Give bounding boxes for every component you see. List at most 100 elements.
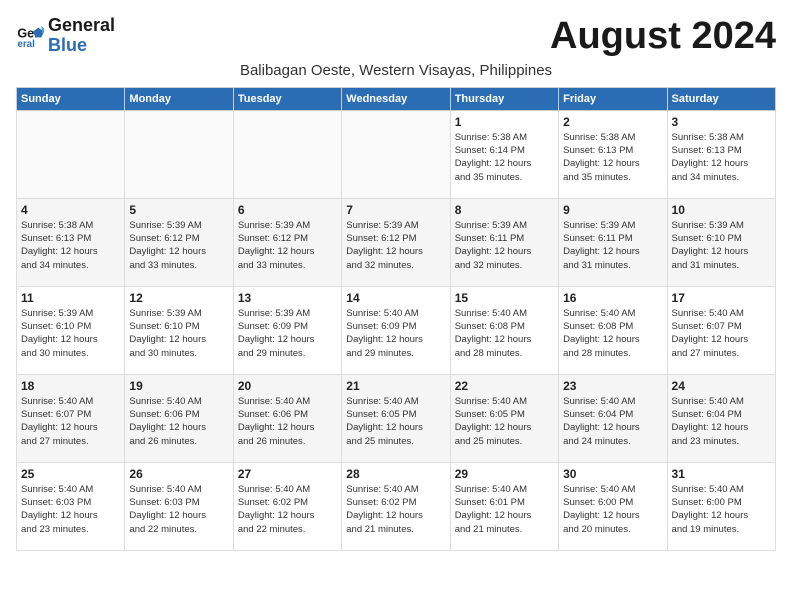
- day-info: Sunrise: 5:40 AM Sunset: 6:04 PM Dayligh…: [563, 395, 662, 448]
- day-number: 31: [672, 467, 771, 481]
- day-number: 19: [129, 379, 228, 393]
- calendar-cell: [342, 110, 450, 198]
- day-number: 20: [238, 379, 337, 393]
- day-info: Sunrise: 5:40 AM Sunset: 6:06 PM Dayligh…: [129, 395, 228, 448]
- day-info: Sunrise: 5:39 AM Sunset: 6:11 PM Dayligh…: [455, 219, 554, 272]
- day-number: 26: [129, 467, 228, 481]
- calendar-cell: 27 Sunrise: 5:40 AM Sunset: 6:02 PM Dayli…: [233, 462, 341, 550]
- main-title: August 2024: [550, 16, 776, 58]
- day-info: Sunrise: 5:40 AM Sunset: 6:07 PM Dayligh…: [672, 307, 771, 360]
- calendar-cell: 26 Sunrise: 5:40 AM Sunset: 6:03 PM Dayli…: [125, 462, 233, 550]
- logo-text: General Blue: [48, 16, 115, 56]
- calendar-cell: 6 Sunrise: 5:39 AM Sunset: 6:12 PM Daylig…: [233, 198, 341, 286]
- day-info: Sunrise: 5:38 AM Sunset: 6:13 PM Dayligh…: [563, 131, 662, 184]
- day-number: 13: [238, 291, 337, 305]
- day-number: 18: [21, 379, 120, 393]
- logo-icon: Gen eral: [16, 22, 44, 50]
- day-info: Sunrise: 5:39 AM Sunset: 6:10 PM Dayligh…: [672, 219, 771, 272]
- day-number: 2: [563, 115, 662, 129]
- day-number: 11: [21, 291, 120, 305]
- day-info: Sunrise: 5:38 AM Sunset: 6:13 PM Dayligh…: [672, 131, 771, 184]
- calendar-cell: 21Sunrise: 5:40 AM Sunset: 6:05 PM Dayli…: [342, 374, 450, 462]
- calendar-cell: 1Sunrise: 5:38 AM Sunset: 6:14 PM Daylig…: [450, 110, 558, 198]
- calendar-cell: 3 Sunrise: 5:38 AM Sunset: 6:13 PM Daylig…: [667, 110, 775, 198]
- calendar-cell: 8Sunrise: 5:39 AM Sunset: 6:11 PM Daylig…: [450, 198, 558, 286]
- day-info: Sunrise: 5:40 AM Sunset: 6:04 PM Dayligh…: [672, 395, 771, 448]
- day-number: 25: [21, 467, 120, 481]
- day-info: Sunrise: 5:38 AM Sunset: 6:14 PM Dayligh…: [455, 131, 554, 184]
- calendar-cell: 23 Sunrise: 5:40 AM Sunset: 6:04 PM Dayli…: [559, 374, 667, 462]
- day-info: Sunrise: 5:39 AM Sunset: 6:12 PM Dayligh…: [129, 219, 228, 272]
- day-number: 22: [455, 379, 554, 393]
- calendar-cell: 19 Sunrise: 5:40 AM Sunset: 6:06 PM Dayli…: [125, 374, 233, 462]
- day-number: 16: [563, 291, 662, 305]
- calendar-cell: 18 Sunrise: 5:40 AM Sunset: 6:07 PM Dayli…: [17, 374, 125, 462]
- day-info: Sunrise: 5:39 AM Sunset: 6:10 PM Dayligh…: [129, 307, 228, 360]
- subtitle: Balibagan Oeste, Western Visayas, Philip…: [16, 62, 776, 79]
- calendar-week-4: 25 Sunrise: 5:40 AM Sunset: 6:03 PM Dayli…: [17, 462, 776, 550]
- day-number: 7: [346, 203, 445, 217]
- calendar-cell: 13 Sunrise: 5:39 AM Sunset: 6:09 PM Dayli…: [233, 286, 341, 374]
- day-number: 3: [672, 115, 771, 129]
- weekday-header-tuesday: Tuesday: [233, 87, 341, 110]
- day-info: Sunrise: 5:40 AM Sunset: 6:02 PM Dayligh…: [238, 483, 337, 536]
- day-info: Sunrise: 5:39 AM Sunset: 6:09 PM Dayligh…: [238, 307, 337, 360]
- day-info: Sunrise: 5:39 AM Sunset: 6:12 PM Dayligh…: [238, 219, 337, 272]
- calendar-cell: 15Sunrise: 5:40 AM Sunset: 6:08 PM Dayli…: [450, 286, 558, 374]
- day-info: Sunrise: 5:40 AM Sunset: 6:00 PM Dayligh…: [672, 483, 771, 536]
- calendar-cell: 29 Sunrise: 5:40 AM Sunset: 6:01 PM Dayli…: [450, 462, 558, 550]
- day-number: 30: [563, 467, 662, 481]
- calendar-cell: 11 Sunrise: 5:39 AM Sunset: 6:10 PM Dayli…: [17, 286, 125, 374]
- calendar-cell: 7 Sunrise: 5:39 AM Sunset: 6:12 PM Daylig…: [342, 198, 450, 286]
- weekday-header-friday: Friday: [559, 87, 667, 110]
- day-info: Sunrise: 5:40 AM Sunset: 6:08 PM Dayligh…: [455, 307, 554, 360]
- day-number: 4: [21, 203, 120, 217]
- day-number: 6: [238, 203, 337, 217]
- weekday-header-sunday: Sunday: [17, 87, 125, 110]
- calendar-header-row: SundayMondayTuesdayWednesdayThursdayFrid…: [17, 87, 776, 110]
- day-info: Sunrise: 5:40 AM Sunset: 6:03 PM Dayligh…: [21, 483, 120, 536]
- calendar-cell: 24 Sunrise: 5:40 AM Sunset: 6:04 PM Dayli…: [667, 374, 775, 462]
- day-info: Sunrise: 5:40 AM Sunset: 6:01 PM Dayligh…: [455, 483, 554, 536]
- calendar-table: SundayMondayTuesdayWednesdayThursdayFrid…: [16, 87, 776, 551]
- calendar-cell: [125, 110, 233, 198]
- day-info: Sunrise: 5:39 AM Sunset: 6:12 PM Dayligh…: [346, 219, 445, 272]
- day-info: Sunrise: 5:40 AM Sunset: 6:02 PM Dayligh…: [346, 483, 445, 536]
- calendar-week-2: 11 Sunrise: 5:39 AM Sunset: 6:10 PM Dayli…: [17, 286, 776, 374]
- calendar-cell: 17Sunrise: 5:40 AM Sunset: 6:07 PM Dayli…: [667, 286, 775, 374]
- day-info: Sunrise: 5:40 AM Sunset: 6:05 PM Dayligh…: [346, 395, 445, 448]
- day-number: 28: [346, 467, 445, 481]
- day-info: Sunrise: 5:40 AM Sunset: 6:03 PM Dayligh…: [129, 483, 228, 536]
- header: Gen eral General Blue August 2024: [16, 16, 776, 58]
- calendar-cell: 30Sunrise: 5:40 AM Sunset: 6:00 PM Dayli…: [559, 462, 667, 550]
- day-number: 27: [238, 467, 337, 481]
- calendar-cell: 22 Sunrise: 5:40 AM Sunset: 6:05 PM Dayli…: [450, 374, 558, 462]
- day-number: 12: [129, 291, 228, 305]
- calendar-week-3: 18 Sunrise: 5:40 AM Sunset: 6:07 PM Dayli…: [17, 374, 776, 462]
- day-info: Sunrise: 5:40 AM Sunset: 6:07 PM Dayligh…: [21, 395, 120, 448]
- day-number: 23: [563, 379, 662, 393]
- calendar-cell: 16Sunrise: 5:40 AM Sunset: 6:08 PM Dayli…: [559, 286, 667, 374]
- day-number: 14: [346, 291, 445, 305]
- calendar-week-0: 1Sunrise: 5:38 AM Sunset: 6:14 PM Daylig…: [17, 110, 776, 198]
- calendar-week-1: 4 Sunrise: 5:38 AM Sunset: 6:13 PM Daylig…: [17, 198, 776, 286]
- day-number: 10: [672, 203, 771, 217]
- calendar-cell: [17, 110, 125, 198]
- day-info: Sunrise: 5:40 AM Sunset: 6:09 PM Dayligh…: [346, 307, 445, 360]
- calendar-cell: 25 Sunrise: 5:40 AM Sunset: 6:03 PM Dayli…: [17, 462, 125, 550]
- calendar-cell: 14 Sunrise: 5:40 AM Sunset: 6:09 PM Dayli…: [342, 286, 450, 374]
- weekday-header-saturday: Saturday: [667, 87, 775, 110]
- day-info: Sunrise: 5:40 AM Sunset: 6:05 PM Dayligh…: [455, 395, 554, 448]
- title-section: August 2024: [550, 16, 776, 58]
- calendar-cell: 20Sunrise: 5:40 AM Sunset: 6:06 PM Dayli…: [233, 374, 341, 462]
- day-info: Sunrise: 5:38 AM Sunset: 6:13 PM Dayligh…: [21, 219, 120, 272]
- weekday-header-thursday: Thursday: [450, 87, 558, 110]
- day-number: 29: [455, 467, 554, 481]
- calendar-cell: 4 Sunrise: 5:38 AM Sunset: 6:13 PM Daylig…: [17, 198, 125, 286]
- day-info: Sunrise: 5:39 AM Sunset: 6:10 PM Dayligh…: [21, 307, 120, 360]
- day-number: 9: [563, 203, 662, 217]
- day-number: 24: [672, 379, 771, 393]
- calendar-cell: 9Sunrise: 5:39 AM Sunset: 6:11 PM Daylig…: [559, 198, 667, 286]
- logo: Gen eral General Blue: [16, 16, 115, 56]
- calendar-cell: 2 Sunrise: 5:38 AM Sunset: 6:13 PM Daylig…: [559, 110, 667, 198]
